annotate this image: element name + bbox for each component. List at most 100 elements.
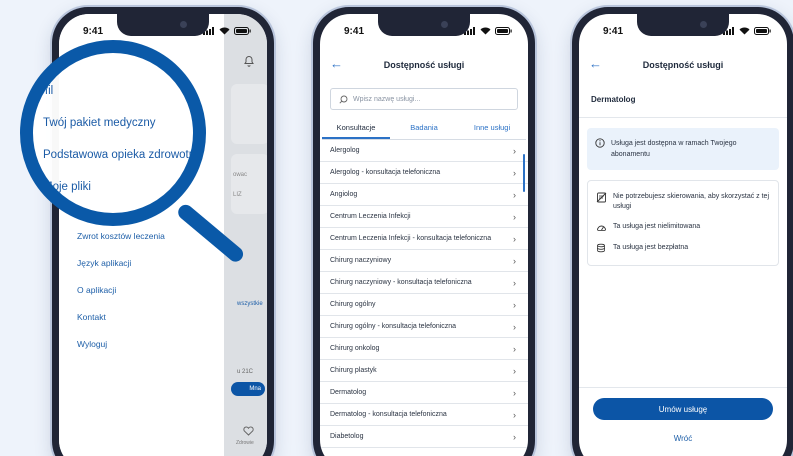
list-item[interactable]: Chirurg plastyk › [320,360,528,382]
chevron-right-icon: › [513,409,516,420]
battery-icon [754,27,771,35]
chevron-right-icon: › [513,343,516,354]
background-text: owac [233,172,248,178]
info-icon [595,138,605,148]
phone-notch [117,14,209,36]
phone-notch [637,14,729,36]
magnified-item-medical-package: Twój pakiet medyczny [43,117,156,129]
chevron-right-icon: › [513,277,516,288]
go-back-button[interactable]: Wróć [579,434,787,443]
list-item[interactable]: Chirurg naczyniowy › [320,250,528,272]
menu-item-about[interactable]: O aplikacji [59,276,224,303]
list-item[interactable]: Chirurg ogólny › [320,294,528,316]
service-detail-screen: 9:41 ← Dostępność usługi Dermatolog Usłu… [579,14,787,456]
status-time: 9:41 [344,25,365,37]
feature-free: Ta usługa jest bezpłatna [596,238,770,259]
background-card [231,84,267,144]
list-item[interactable]: Angiolog › [320,184,528,206]
list-item[interactable]: Chirurg ogólny - konsultacja telefoniczn… [320,316,528,338]
list-item-label: Chirurg ogólny - konsultacja telefoniczn… [330,323,457,330]
list-item[interactable]: Alergolog - konsultacja telefoniczna › [320,162,528,184]
menu-item-logout[interactable]: Wyloguj [59,330,224,357]
magnified-item-primary-care: Podstawowa opieka zdrowotna [43,149,202,161]
background-card: owac LIZ [231,154,267,214]
page-title: Dostępność usługi [383,60,465,70]
availability-info: Usługa jest dostępna w ramach Twojego ab… [587,128,779,170]
list-item-label: Alergolog [330,147,360,154]
phone-service-list: 9:41 ← Dostępność usługi Wpisz nazwę usł… [313,7,535,456]
list-item-label: Chirurg onkolog [330,345,380,352]
chevron-right-icon: › [513,299,516,310]
search-input[interactable]: Wpisz nazwę usługi... [330,88,518,110]
service-list-screen: 9:41 ← Dostępność usługi Wpisz nazwę usł… [320,14,528,456]
battery-icon [495,27,512,35]
availability-text: Usługa jest dostępna w ramach Twojego ab… [611,140,737,158]
background-text: u 21C [237,369,254,375]
background-button: Mna [231,382,265,396]
page-title: Dostępność usługi [642,60,724,70]
tab-bar: Konsultacje Badania Inne usługi [322,118,526,140]
chevron-right-icon: › [513,145,516,156]
service-list: Alergolog › Alergolog - konsultacja telef… [320,140,528,448]
list-item[interactable]: Centrum Leczenia Infekcji › [320,206,528,228]
wifi-icon [480,27,491,35]
chevron-right-icon: › [513,431,516,442]
list-item-label: Chirurg plastyk [330,367,377,374]
list-item[interactable]: Diabetolog › [320,426,528,448]
heart-icon [243,426,254,436]
magnified-item-my-files: Moje pliki [43,181,91,193]
chevron-right-icon: › [513,255,516,266]
menu-item-language[interactable]: Język aplikacji [59,249,224,276]
list-item-label: Dermatolog [330,389,367,396]
tab-consultations[interactable]: Konsultacje [322,118,390,139]
list-item[interactable]: Alergolog › [320,140,528,162]
wifi-icon [219,27,230,35]
list-item-label: Diabetolog [330,433,364,440]
screen-header: ← Dostępność usługi [320,48,528,82]
action-area: Umów usługę Wróć [579,387,787,456]
list-item-label: Alergolog - konsultacja telefoniczna [330,169,441,176]
search-icon [339,95,348,104]
battery-icon [234,27,251,35]
list-item[interactable]: Chirurg naczyniowy - konsultacja telefon… [320,272,528,294]
back-arrow-icon[interactable]: ← [330,57,343,71]
background-link: wszystkie [237,301,263,307]
chevron-right-icon: › [513,321,516,332]
list-item-label: Chirurg naczyniowy - konsultacja telefon… [330,279,472,286]
list-item-label: Centrum Leczenia Infekcji [330,213,411,220]
chevron-right-icon: › [513,167,516,178]
list-item[interactable]: Centrum Leczenia Infekcji - konsultacja … [320,228,528,250]
background-text: Zdrowie [236,440,254,446]
magnifier-lens: Profil Twój pakiet medyczny Podstawowa o… [20,40,206,226]
wifi-icon [739,27,750,35]
tab-tests[interactable]: Badania [390,118,458,139]
screen-header: ← Dostępność usługi [579,48,787,82]
list-item-label: Chirurg ogólny [330,301,376,308]
coins-icon [597,243,605,253]
background-text: LIZ [233,192,242,198]
back-arrow-icon[interactable]: ← [589,57,602,71]
search-placeholder: Wpisz nazwę usługi... [353,95,421,103]
bell-icon[interactable] [243,54,255,72]
magnified-item-profile: Profil [27,85,54,97]
list-item-label: Chirurg naczyniowy [330,257,392,264]
feature-text: Ta usługa jest nielimitowana [613,223,701,230]
status-time: 9:41 [603,25,624,37]
chevron-right-icon: › [513,211,516,222]
tab-other-services[interactable]: Inne usługi [458,118,526,139]
gauge-icon [597,225,606,231]
status-time: 9:41 [83,25,104,37]
feature-no-referral: Nie potrzebujesz skierowania, aby skorzy… [596,187,770,217]
menu-item-contact[interactable]: Kontakt [59,303,224,330]
list-item-label: Dermatolog - konsultacja telefoniczna [330,411,447,418]
no-referral-icon [596,192,607,203]
phone-notch [378,14,470,36]
list-item[interactable]: Chirurg onkolog › [320,338,528,360]
list-item[interactable]: Dermatolog - konsultacja telefoniczna › [320,404,528,426]
list-item[interactable]: Dermatolog › [320,382,528,404]
chevron-right-icon: › [513,365,516,376]
book-service-button[interactable]: Umów usługę [593,398,773,420]
list-item-label: Angiolog [330,191,358,198]
service-features: Nie potrzebujesz skierowania, aby skorzy… [587,180,779,266]
scrollbar[interactable] [523,154,525,192]
